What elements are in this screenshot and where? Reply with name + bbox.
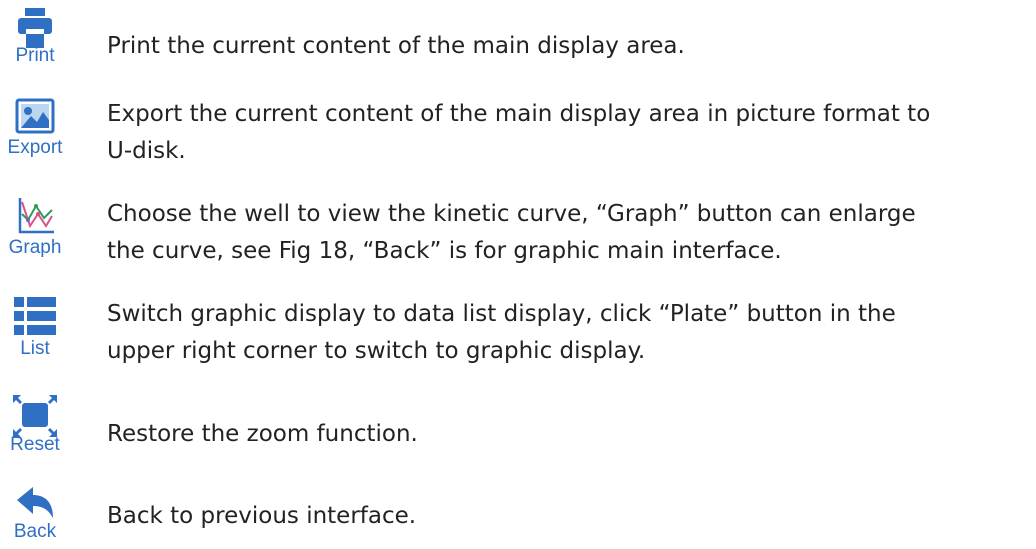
- graph-label: Graph: [8, 237, 62, 258]
- back-arrow-icon: [17, 487, 53, 518]
- print-label: Print: [15, 45, 55, 66]
- export-description: Export the current content of the main d…: [107, 101, 931, 164]
- print-button[interactable]: Print: [4, 8, 66, 66]
- list-description: Switch graphic display to data list disp…: [107, 301, 896, 364]
- print-description: Print the current content of the main di…: [107, 33, 685, 59]
- back-description: Back to previous interface.: [107, 503, 417, 529]
- list-icon: [14, 297, 56, 335]
- picture-icon: [15, 98, 55, 134]
- back-label: Back: [13, 521, 57, 542]
- reset-description: Restore the zoom function.: [107, 421, 418, 447]
- reset-label: Reset: [10, 434, 60, 455]
- graph-button[interactable]: Graph: [4, 196, 66, 258]
- export-button[interactable]: Export: [4, 98, 66, 158]
- list-label: List: [20, 338, 50, 359]
- reset-zoom-icon: [13, 395, 57, 437]
- graph-description: Choose the well to view the kinetic curv…: [107, 201, 916, 264]
- export-label: Export: [7, 137, 63, 158]
- curve-chart-icon: [18, 198, 54, 234]
- list-button[interactable]: List: [4, 297, 66, 359]
- reset-button[interactable]: Reset: [4, 394, 66, 455]
- back-button[interactable]: Back: [4, 486, 66, 542]
